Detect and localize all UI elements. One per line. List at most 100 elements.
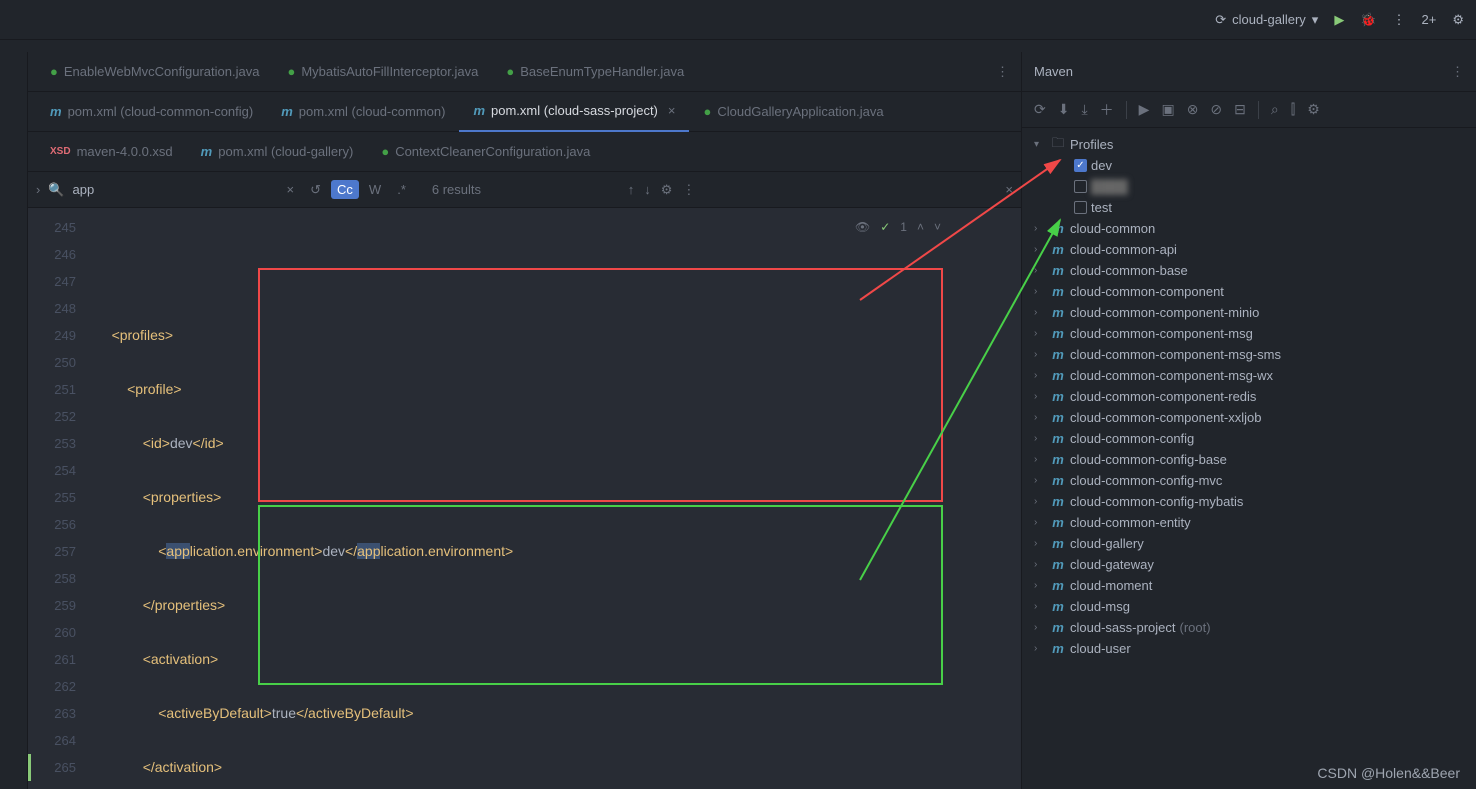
- clear-search-icon[interactable]: ×: [281, 180, 301, 199]
- maven-module[interactable]: ›mcloud-common-component-msg: [1022, 323, 1476, 344]
- reload-icon[interactable]: ⟳: [1034, 101, 1046, 118]
- tab-maven-xsd[interactable]: XSDmaven-4.0.0.xsd: [36, 132, 187, 172]
- search-icon: 🔍: [48, 182, 64, 198]
- filter-icon[interactable]: ⚙: [661, 182, 673, 198]
- more-search-icon[interactable]: ⋮: [682, 182, 695, 198]
- minimap-scrollbar[interactable]: [961, 208, 1021, 789]
- ide-settings-icon[interactable]: ⚙: [1452, 12, 1464, 28]
- maven-icon: m: [1050, 641, 1066, 656]
- tab-enablewebmvcconfiguration[interactable]: ●EnableWebMvcConfiguration.java: [36, 52, 273, 92]
- maven-module[interactable]: ›mcloud-gallery: [1022, 533, 1476, 554]
- history-icon[interactable]: ↺: [304, 180, 327, 200]
- maven-icon: m: [1050, 221, 1066, 236]
- maven-more-icon[interactable]: ⋮: [1451, 64, 1464, 80]
- maven-module[interactable]: ›mcloud-common-config-mybatis: [1022, 491, 1476, 512]
- show-dependencies-icon[interactable]: ⌕: [1271, 101, 1279, 118]
- run-maven-icon[interactable]: ▶: [1139, 101, 1150, 118]
- tab-pom-cloud-common[interactable]: mpom.xml (cloud-common): [267, 92, 459, 132]
- top-toolbar: ⟳ cloud-gallery ▾ ▶ 🐞 ⋮ 2+ ⚙: [0, 0, 1476, 40]
- editor-body[interactable]: 245 246 247 248 249 250 251 252 253 254 …: [28, 208, 1021, 789]
- profiles-node[interactable]: ▾ 🗀 Profiles: [1022, 134, 1476, 155]
- next-match-icon[interactable]: ↓: [644, 182, 651, 197]
- maven-module[interactable]: ›mcloud-common-component-msg-wx: [1022, 365, 1476, 386]
- maven-module[interactable]: ›mcloud-common-component: [1022, 281, 1476, 302]
- generate-sources-icon[interactable]: ⬇: [1058, 101, 1070, 118]
- execute-icon[interactable]: ▣: [1161, 101, 1174, 118]
- tab-overflow-icon[interactable]: ⋮: [984, 64, 1021, 80]
- editor-tabs-row-3: XSDmaven-4.0.0.xsd mpom.xml (cloud-galle…: [28, 132, 1021, 172]
- maven-tree: ▾ 🗀 Profiles ✓ dev ████ test ›mcloud-com…: [1022, 128, 1476, 789]
- maven-module[interactable]: ›mcloud-common-config-mvc: [1022, 470, 1476, 491]
- match-case-toggle[interactable]: Cc: [331, 180, 359, 199]
- maven-module[interactable]: ›mcloud-moment: [1022, 575, 1476, 596]
- checkbox[interactable]: [1074, 201, 1087, 214]
- maven-module[interactable]: ›mcloud-common-component-msg-sms: [1022, 344, 1476, 365]
- tab-baseenumtypehandler[interactable]: ●BaseEnumTypeHandler.java: [492, 52, 698, 92]
- maven-module-root[interactable]: › m cloud-sass-project (root): [1022, 617, 1476, 638]
- toggle-offline-icon[interactable]: ⊗: [1187, 101, 1199, 118]
- maven-icon: m: [1050, 620, 1066, 635]
- down-icon[interactable]: ˅: [934, 214, 941, 241]
- maven-module[interactable]: ›mcloud-common-api: [1022, 239, 1476, 260]
- tab-pom-cloud-common-config[interactable]: mpom.xml (cloud-common-config): [36, 92, 267, 132]
- maven-icon: m: [1050, 515, 1066, 530]
- chevron-down-icon: ▾: [1312, 12, 1319, 28]
- maven-module[interactable]: ›mcloud-common: [1022, 218, 1476, 239]
- maven-module[interactable]: ›mcloud-common-config: [1022, 428, 1476, 449]
- run-config-label: cloud-gallery: [1232, 12, 1306, 27]
- class-icon: ●: [50, 64, 58, 79]
- maven-icon: m: [1050, 578, 1066, 593]
- inspection-widget[interactable]: 👁 ✓1 ˄ ˅: [855, 214, 941, 241]
- run-configuration-selector[interactable]: ⟳ cloud-gallery ▾: [1215, 12, 1318, 28]
- checkbox[interactable]: [1074, 180, 1087, 193]
- settings-icon[interactable]: ⚙: [1307, 101, 1320, 118]
- tab-contextcleanerconfiguration[interactable]: ●ContextCleanerConfiguration.java: [367, 132, 604, 172]
- maven-icon: m: [1050, 389, 1066, 404]
- find-bar: › 🔍 × ↺ Cc W .* 6 results ↑ ↓ ⚙ ⋮ ×: [28, 172, 1021, 208]
- maven-module[interactable]: ›mcloud-gateway: [1022, 554, 1476, 575]
- chevron-right-icon: ›: [1034, 328, 1046, 339]
- tab-pom-cloud-sass-project[interactable]: mpom.xml (cloud-sass-project)×: [459, 92, 689, 132]
- profile-dev[interactable]: ✓ dev: [1022, 155, 1476, 176]
- analyze-icon[interactable]: ⫿: [1291, 101, 1295, 118]
- tab-mybatisautofillinterceptor[interactable]: ●MybatisAutoFillInterceptor.java: [273, 52, 492, 92]
- close-search-icon[interactable]: ×: [1005, 182, 1013, 197]
- code-content[interactable]: 👁 ✓1 ˄ ˅ <profiles> <profile> <id>dev</i…: [88, 208, 961, 789]
- chevron-right-icon: ›: [1034, 496, 1046, 507]
- profile-hidden[interactable]: ████: [1022, 176, 1476, 197]
- maven-module[interactable]: ›mcloud-common-entity: [1022, 512, 1476, 533]
- collapse-icon[interactable]: ⊟: [1234, 101, 1246, 118]
- more-actions-icon[interactable]: ⋮: [1393, 12, 1406, 28]
- class-icon: ●: [506, 64, 514, 79]
- words-toggle[interactable]: W: [363, 180, 387, 199]
- maven-module[interactable]: ›mcloud-common-component-redis: [1022, 386, 1476, 407]
- tab-cloudgalleryapplication[interactable]: ●CloudGalleryApplication.java: [689, 92, 897, 132]
- maven-icon: m: [1050, 410, 1066, 425]
- run-icon[interactable]: ▶: [1334, 12, 1344, 28]
- search-input[interactable]: [73, 182, 273, 197]
- maven-module[interactable]: ›mcloud-msg: [1022, 596, 1476, 617]
- debug-icon[interactable]: 🐞: [1360, 12, 1376, 28]
- tab-pom-cloud-gallery[interactable]: mpom.xml (cloud-gallery): [187, 132, 368, 172]
- maven-module[interactable]: ›mcloud-common-config-base: [1022, 449, 1476, 470]
- close-icon[interactable]: ×: [668, 103, 676, 118]
- chevron-right-icon: ›: [1034, 580, 1046, 591]
- maven-module[interactable]: ›mcloud-common-component-minio: [1022, 302, 1476, 323]
- expand-replace-icon[interactable]: ›: [36, 182, 40, 197]
- profile-test[interactable]: test: [1022, 197, 1476, 218]
- maven-module[interactable]: › m cloud-user: [1022, 638, 1476, 659]
- prev-match-icon[interactable]: ↑: [628, 182, 635, 197]
- notifications-badge[interactable]: 2+: [1422, 12, 1437, 27]
- chevron-right-icon: ›: [1034, 454, 1046, 465]
- up-icon[interactable]: ˄: [917, 214, 924, 241]
- eye-off-icon[interactable]: 👁: [855, 214, 870, 241]
- add-icon[interactable]: ＋: [1100, 100, 1114, 120]
- regex-toggle[interactable]: .*: [391, 180, 412, 199]
- maven-module[interactable]: ›mcloud-common-component-xxljob: [1022, 407, 1476, 428]
- skip-tests-icon[interactable]: ⊘: [1210, 101, 1222, 118]
- checkbox-checked[interactable]: ✓: [1074, 159, 1087, 172]
- download-icon[interactable]: ⤓: [1081, 101, 1087, 118]
- xsd-icon: XSD: [50, 146, 71, 157]
- maven-icon: m: [1050, 473, 1066, 488]
- maven-module[interactable]: ›mcloud-common-base: [1022, 260, 1476, 281]
